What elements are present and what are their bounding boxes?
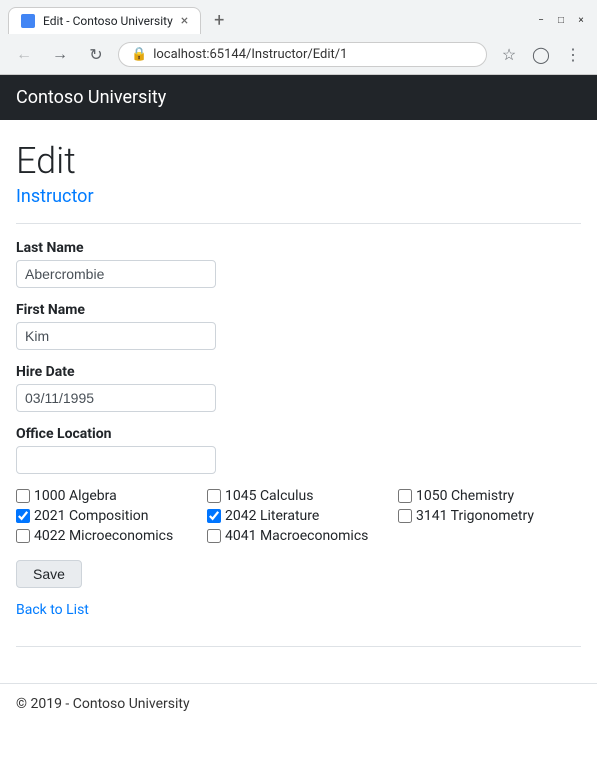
footer: © 2019 - Contoso University bbox=[0, 683, 597, 724]
footer-text: © 2019 - Contoso University bbox=[16, 696, 190, 712]
course-label-1045: 1045 Calculus bbox=[225, 488, 313, 504]
minimize-button[interactable]: − bbox=[533, 12, 549, 28]
course-checkbox-1045[interactable] bbox=[207, 489, 221, 503]
address-actions: ☆ ◯ ⋮ bbox=[495, 40, 587, 68]
back-to-list-link[interactable]: Back to List bbox=[16, 602, 89, 618]
office-location-group: Office Location bbox=[16, 426, 581, 474]
last-name-group: Last Name bbox=[16, 240, 581, 288]
course-checkbox-3141[interactable] bbox=[398, 509, 412, 523]
course-checkbox-4022[interactable] bbox=[16, 529, 30, 543]
page-title: Edit bbox=[16, 140, 581, 182]
first-name-group: First Name bbox=[16, 302, 581, 350]
browser-chrome: Edit - Contoso University × + − □ × ← → … bbox=[0, 0, 597, 75]
course-item: 3141 Trigonometry bbox=[398, 508, 581, 524]
course-item: 1000 Algebra bbox=[16, 488, 199, 504]
first-name-label: First Name bbox=[16, 302, 581, 318]
main-content: Edit Instructor Last Name First Name Hir… bbox=[0, 120, 597, 683]
course-checkbox-1050[interactable] bbox=[398, 489, 412, 503]
hire-date-group: Hire Date bbox=[16, 364, 581, 412]
course-label-3141: 3141 Trigonometry bbox=[416, 508, 534, 524]
course-item: 4041 Macroeconomics bbox=[207, 528, 390, 544]
last-name-input[interactable] bbox=[16, 260, 216, 288]
course-checkbox-2021[interactable] bbox=[16, 509, 30, 523]
course-checkbox-4041[interactable] bbox=[207, 529, 221, 543]
course-item: 2042 Literature bbox=[207, 508, 390, 524]
tab-favicon bbox=[21, 14, 35, 28]
course-label-4041: 4041 Macroeconomics bbox=[225, 528, 368, 544]
save-button[interactable]: Save bbox=[16, 560, 82, 588]
course-label-1050: 1050 Chemistry bbox=[416, 488, 514, 504]
hire-date-input[interactable] bbox=[16, 384, 216, 412]
back-nav-button[interactable]: ← bbox=[10, 40, 38, 68]
menu-icon[interactable]: ⋮ bbox=[559, 40, 587, 68]
course-item: 4022 Microeconomics bbox=[16, 528, 199, 544]
course-label-2021: 2021 Composition bbox=[34, 508, 149, 524]
bookmark-icon[interactable]: ☆ bbox=[495, 40, 523, 68]
course-label-2042: 2042 Literature bbox=[225, 508, 319, 524]
office-location-input[interactable] bbox=[16, 446, 216, 474]
hire-date-label: Hire Date bbox=[16, 364, 581, 380]
courses-grid: 1000 Algebra 1045 Calculus 1050 Chemistry 2… bbox=[16, 488, 581, 544]
course-item: 2021 Composition bbox=[16, 508, 199, 524]
divider-top bbox=[16, 223, 581, 224]
profile-icon[interactable]: ◯ bbox=[527, 40, 555, 68]
last-name-label: Last Name bbox=[16, 240, 581, 256]
new-tab-button[interactable]: + bbox=[205, 6, 233, 34]
tab-close-button[interactable]: × bbox=[181, 14, 188, 28]
url-text: localhost:65144/Instructor/Edit/1 bbox=[153, 47, 474, 62]
first-name-input[interactable] bbox=[16, 322, 216, 350]
app-header: Contoso University bbox=[0, 75, 597, 120]
course-item: 1045 Calculus bbox=[207, 488, 390, 504]
divider-bottom bbox=[16, 646, 581, 647]
office-location-label: Office Location bbox=[16, 426, 581, 442]
course-label-1000: 1000 Algebra bbox=[34, 488, 117, 504]
window-controls: − □ × bbox=[533, 12, 589, 28]
close-window-button[interactable]: × bbox=[573, 12, 589, 28]
address-bar: ← → ↻ 🔒 localhost:65144/Instructor/Edit/… bbox=[0, 34, 597, 74]
app-title: Contoso University bbox=[16, 87, 166, 108]
title-bar: Edit - Contoso University × + − □ × bbox=[0, 0, 597, 34]
tab-title: Edit - Contoso University bbox=[43, 14, 173, 28]
course-label-4022: 4022 Microeconomics bbox=[34, 528, 173, 544]
forward-nav-button[interactable]: → bbox=[46, 40, 74, 68]
course-checkbox-2042[interactable] bbox=[207, 509, 221, 523]
page-subtitle: Instructor bbox=[16, 186, 581, 207]
browser-tab[interactable]: Edit - Contoso University × bbox=[8, 7, 201, 34]
course-checkbox-1000[interactable] bbox=[16, 489, 30, 503]
url-bar[interactable]: 🔒 localhost:65144/Instructor/Edit/1 bbox=[118, 42, 487, 67]
reload-button[interactable]: ↻ bbox=[82, 40, 110, 68]
maximize-button[interactable]: □ bbox=[553, 12, 569, 28]
course-item: 1050 Chemistry bbox=[398, 488, 581, 504]
